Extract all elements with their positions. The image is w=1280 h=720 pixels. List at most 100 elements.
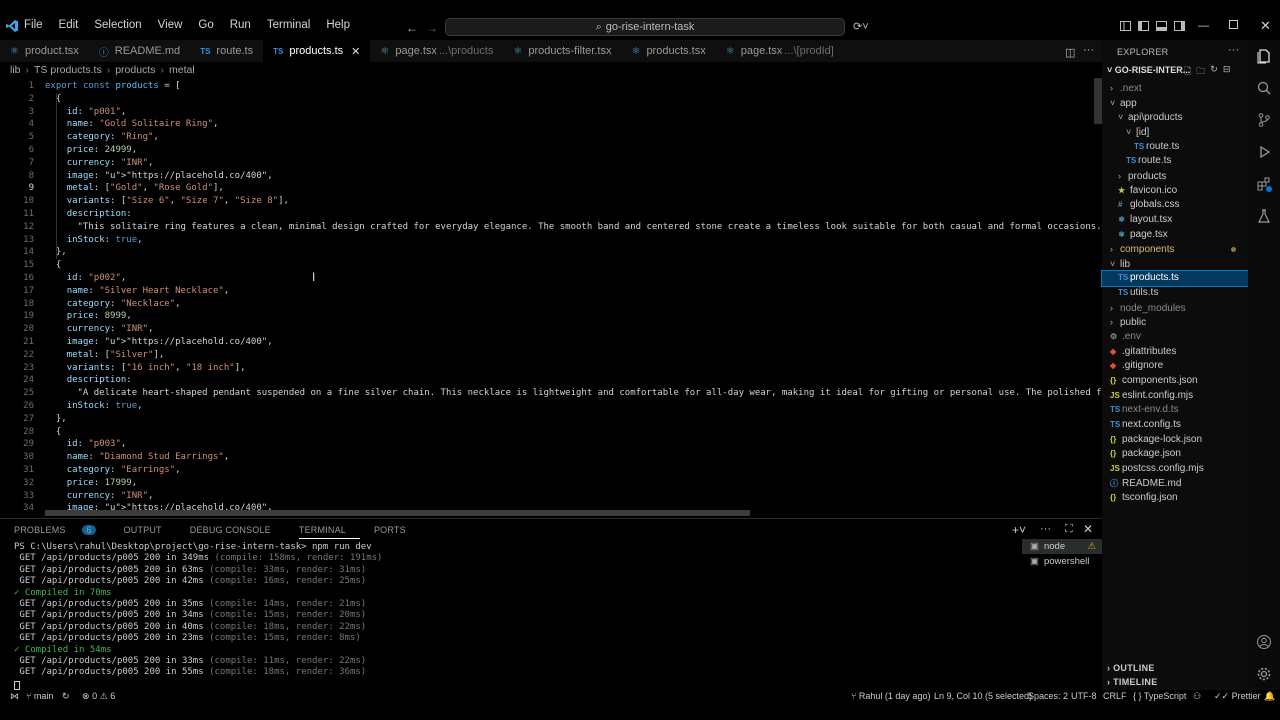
extensions-icon[interactable] (1256, 176, 1272, 192)
new-terminal-icon[interactable]: +˅ (1012, 523, 1026, 537)
back-arrow-icon[interactable]: ← (406, 21, 418, 35)
folder-item[interactable]: › .next (1102, 81, 1248, 96)
breadcrumb-item[interactable]: products (115, 64, 155, 76)
editor-tab[interactable]: ⚛ product.tsx (0, 40, 89, 62)
file-item[interactable]: JS postcss.config.mjs (1102, 462, 1248, 477)
new-file-icon[interactable]: 🗋 (1184, 64, 1191, 80)
search-icon[interactable] (1256, 80, 1272, 96)
menu-item-view[interactable]: View (156, 19, 185, 31)
folder-item[interactable]: › products (1102, 169, 1248, 184)
menu-item-go[interactable]: Go (196, 19, 215, 31)
explorer-icon[interactable] (1256, 48, 1272, 64)
folder-item[interactable]: ˅ app (1102, 96, 1248, 111)
file-item[interactable]: TS next-env.d.ts (1102, 403, 1248, 418)
collapse-all-icon[interactable]: ⊟ (1223, 64, 1231, 80)
menu-item-edit[interactable]: Edit (57, 19, 81, 31)
close-panel-icon[interactable]: ✕ (1083, 522, 1093, 536)
editor-tab[interactable]: TS route.ts (190, 40, 263, 62)
toggle-secondary-sidebar-icon[interactable] (1174, 21, 1185, 31)
copilot-status-icon[interactable]: ⚇ (1193, 691, 1201, 702)
editor-tab[interactable]: TS products.ts ✕ (263, 40, 371, 62)
refresh-icon[interactable]: ↻ (1210, 64, 1218, 80)
source-control-icon[interactable] (1256, 112, 1272, 128)
folder-item[interactable]: › components (1102, 242, 1248, 257)
folder-item[interactable]: ˅ api\products (1102, 110, 1248, 125)
menu-item-run[interactable]: Run (228, 19, 253, 31)
folder-item[interactable]: › node_modules (1102, 301, 1248, 316)
menu-item-file[interactable]: File (22, 19, 45, 31)
toggle-panel-icon[interactable] (1156, 21, 1167, 31)
panel-tab-ports[interactable]: PORTS (374, 525, 420, 539)
problems-indicator[interactable]: ⊗ 0 ⚠ 6 (82, 691, 115, 702)
file-item[interactable]: ⚙ .env (1102, 330, 1248, 345)
file-item[interactable]: ⚛ page.tsx (1102, 228, 1248, 243)
editor-tab[interactable]: ⓘ README.md (89, 40, 190, 62)
timeline-section[interactable]: › TIMELINE (1107, 677, 1158, 687)
file-item[interactable]: {} package-lock.json (1102, 433, 1248, 448)
close-tab-icon[interactable]: ✕ (351, 45, 360, 58)
customize-layout-icon[interactable] (1120, 21, 1131, 31)
sync-icon[interactable]: ↻ (62, 691, 70, 702)
menu-item-help[interactable]: Help (324, 19, 352, 31)
encoding[interactable]: UTF-8 (1071, 691, 1097, 701)
forward-arrow-icon[interactable]: → (426, 21, 438, 35)
end-of-line[interactable]: CRLF (1103, 691, 1127, 701)
file-item[interactable]: TS utils.ts (1102, 286, 1248, 301)
branch-indicator[interactable]: ⑂ main (26, 691, 53, 701)
editor-tab[interactable]: ⚛ products.tsx (621, 40, 715, 62)
settings-gear-icon[interactable] (1256, 666, 1272, 682)
editor-vertical-scrollbar[interactable] (1094, 78, 1102, 124)
outline-section[interactable]: › OUTLINE (1107, 663, 1155, 673)
file-item[interactable]: ◆ .gitattributes (1102, 345, 1248, 360)
folder-item[interactable]: ˅ lib (1102, 257, 1248, 272)
file-item[interactable]: ⓘ README.md (1102, 477, 1248, 492)
file-item[interactable]: TS route.ts (1102, 140, 1248, 155)
file-item[interactable]: JS eslint.config.mjs (1102, 389, 1248, 404)
more-actions-icon[interactable]: ··· (1083, 44, 1094, 56)
file-item[interactable]: TS next.config.ts (1102, 418, 1248, 433)
project-folder-header[interactable]: ˅ GO-RISE-INTER... (1107, 65, 1190, 75)
menu-item-selection[interactable]: Selection (92, 19, 143, 31)
breadcrumb-item[interactable]: metal (169, 64, 195, 76)
indentation[interactable]: Spaces: 2 (1028, 691, 1068, 701)
folder-item[interactable]: › public (1102, 315, 1248, 330)
remote-indicator-icon[interactable]: ⋈ (10, 691, 19, 702)
terminal-instance[interactable]: ▣ node ⚠ (1022, 539, 1102, 554)
panel-tab-terminal[interactable]: TERMINAL (298, 525, 360, 539)
file-item[interactable]: ⚛ layout.tsx (1102, 213, 1248, 228)
menu-item-terminal[interactable]: Terminal (265, 19, 312, 31)
language-mode[interactable]: { } TypeScript (1133, 691, 1186, 701)
run-debug-icon[interactable] (1256, 144, 1272, 160)
command-center-search[interactable]: ⌕ go-rise-intern-task (445, 18, 845, 36)
breadcrumb-item[interactable]: TS products.ts (34, 64, 102, 76)
new-folder-icon[interactable]: 🗀 (1196, 64, 1205, 80)
file-item[interactable]: TS products.ts (1101, 270, 1249, 288)
file-item[interactable]: TS route.ts (1102, 154, 1248, 169)
git-blame[interactable]: ⑂ Rahul (1 day ago) (851, 691, 930, 701)
explorer-more-icon[interactable]: ··· (1228, 44, 1239, 56)
editor-horizontal-scrollbar[interactable] (45, 510, 750, 516)
terminal-instance[interactable]: ▣ powershell (1022, 554, 1102, 569)
account-icon[interactable] (1256, 634, 1272, 650)
maximize-icon[interactable] (1229, 20, 1238, 29)
notifications-bell-icon[interactable]: 🔔 (1264, 691, 1275, 702)
panel-tab-debug-console[interactable]: DEBUG CONSOLE (190, 525, 285, 539)
breadcrumb-item[interactable]: lib (10, 64, 21, 76)
copilot-icon[interactable]: ⟳˅ (853, 20, 869, 33)
cursor-position[interactable]: Ln 9, Col 10 (5 selected) (934, 691, 1032, 701)
close-icon[interactable]: ✕ (1260, 18, 1271, 34)
minimize-icon[interactable]: — (1198, 20, 1209, 32)
code-editor[interactable]: 1 export const products = [2 {3 id: "p001… (0, 78, 1102, 514)
prettier-status[interactable]: ✓✓ Prettier (1214, 691, 1261, 702)
file-item[interactable]: ★ favicon.ico (1102, 184, 1248, 199)
editor-tab[interactable]: ⚛ page.tsx ...\[prodId] (716, 40, 844, 62)
editor-tab[interactable]: ⚛ products-filter.tsx (503, 40, 621, 62)
terminal-more-icon[interactable]: ··· (1040, 523, 1051, 535)
maximize-panel-icon[interactable]: ⛶ (1065, 523, 1073, 536)
editor-tab[interactable]: ⚛ page.tsx ...\products (370, 40, 503, 62)
file-item[interactable]: ◆ .gitignore (1102, 359, 1248, 374)
toggle-primary-sidebar-icon[interactable] (1138, 21, 1149, 31)
panel-tab-problems[interactable]: PROBLEMS 6 (14, 525, 110, 539)
file-item[interactable]: {} components.json (1102, 374, 1248, 389)
folder-item[interactable]: ˅ [id] (1102, 125, 1248, 140)
